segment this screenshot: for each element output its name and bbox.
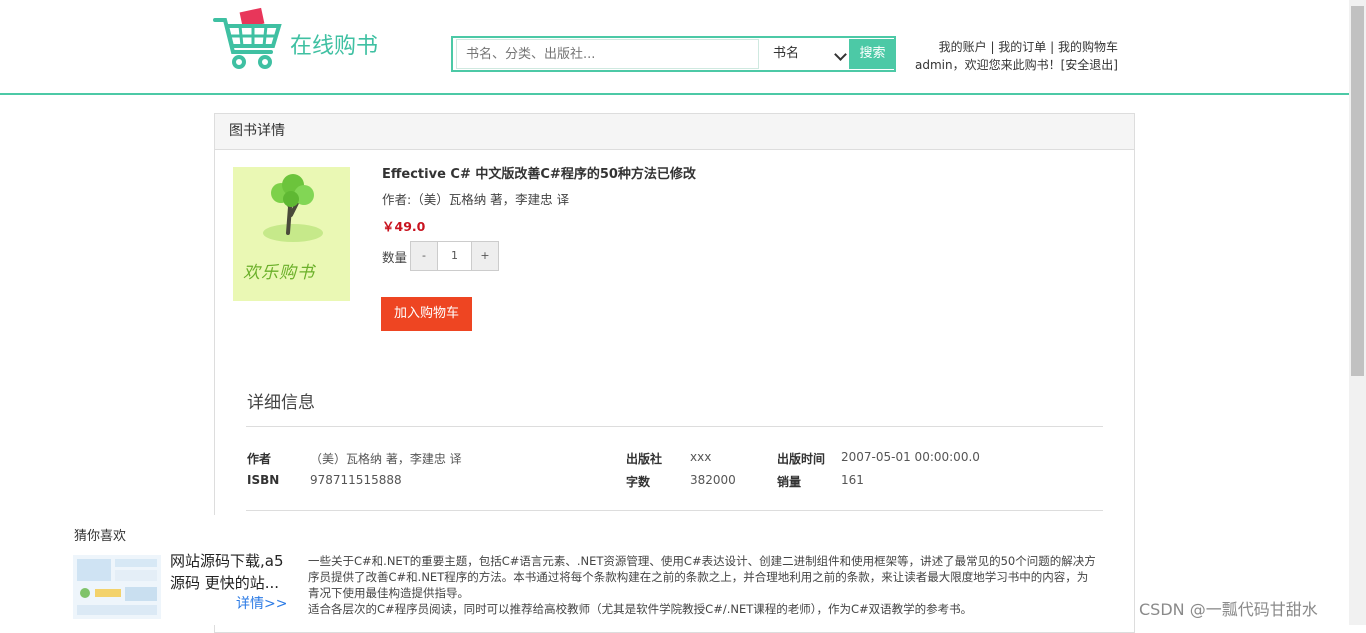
search-type-value: 书名: [773, 46, 800, 61]
quantity-increase-button[interactable]: +: [471, 241, 499, 271]
book-title: Effective C# 中文版改善C#程序的50种方法已修改: [382, 167, 696, 182]
search-button[interactable]: 搜索: [849, 39, 896, 69]
pubtime-value: 2007-05-01 00:00:00.0: [841, 450, 980, 464]
my-cart-link[interactable]: 我的购物车: [1058, 40, 1118, 54]
sales-value: 161: [841, 473, 864, 487]
site-logo[interactable]: 在线购书: [213, 6, 403, 72]
book-price: ￥49.0: [382, 219, 426, 234]
publisher-value: xxx: [690, 450, 712, 464]
book-author: 作者:（美）瓦格纳 著，李建忠 译: [382, 192, 570, 207]
add-to-cart-button[interactable]: 加入购物车: [381, 297, 472, 331]
search-input[interactable]: [456, 39, 759, 69]
detail-heading: 详细信息: [247, 393, 315, 413]
quantity-label: 数量: [382, 250, 408, 265]
watermark: CSDN @一瓢代码甘甜水: [1139, 600, 1318, 619]
recommend-thumbnail[interactable]: [73, 555, 161, 619]
panel-title: 图书详情: [215, 114, 1134, 150]
publisher-label: 出版社: [626, 452, 663, 466]
scrollbar-thumb[interactable]: [1351, 6, 1364, 376]
search-type-select[interactable]: 书名: [759, 39, 849, 69]
description-line: 序员提供了改善C#和.NET程序的方法。本书通过将每个条款构建在之前的条款之上，…: [308, 570, 1089, 584]
website-thumbnail-icon: [73, 555, 161, 619]
description-line: 适合各层次的C#程序员阅读，同时可以推荐给高校教师（尤其是软件学院教授C#/.N…: [308, 602, 973, 616]
author-value: （美）瓦格纳 著，李建忠 译: [310, 452, 462, 466]
recommend-item-title[interactable]: 网站源码下载,a5源码 更快的站...: [170, 550, 295, 594]
recommend-details-link[interactable]: 详情>>: [236, 593, 287, 613]
pubtime-label: 出版时间: [777, 452, 826, 466]
logout-link[interactable]: [安全退出]: [1061, 58, 1118, 72]
account-area: 我的账户 | 我的订单 | 我的购物车 admin，欢迎您来此购书！[安全退出]: [915, 40, 1118, 72]
words-label: 字数: [626, 475, 651, 489]
recommend-title: 猜你喜欢: [74, 529, 127, 544]
vertical-scrollbar[interactable]: [1349, 0, 1366, 625]
my-account-link[interactable]: 我的账户: [939, 40, 987, 54]
author-label: 作者: [247, 452, 272, 466]
isbn-value: 978711515888: [310, 473, 402, 487]
description-line: 一些关于C#和.NET的重要主题，包括C#语言元素、.NET资源管理、使用C#表…: [308, 554, 1096, 568]
search-bar: 书名 搜索: [451, 36, 896, 72]
my-orders-link[interactable]: 我的订单: [998, 40, 1046, 54]
logo-text: 在线购书: [290, 34, 379, 59]
sales-label: 销量: [777, 475, 802, 489]
divider: [246, 426, 1103, 427]
words-value: 382000: [690, 473, 736, 487]
quantity-input[interactable]: 1: [438, 241, 471, 271]
site-header: 在线购书 书名 搜索 我的账户 | 我的订单 | 我的购物车 admin，欢迎您…: [0, 0, 1349, 95]
quantity-decrease-button[interactable]: -: [410, 241, 438, 271]
cover-text: 欢乐购书: [243, 263, 315, 283]
book-cover-image: 欢乐购书: [233, 167, 350, 301]
divider: [246, 510, 1103, 511]
chevron-down-icon: [834, 48, 847, 61]
description-line: 青况下使用最佳构造提供指导。: [308, 586, 469, 600]
book-description: 一些关于C#和.NET的重要主题，包括C#语言元素、.NET资源管理、使用C#表…: [308, 553, 1108, 617]
welcome-text: admin，欢迎您来此购书！: [915, 58, 1061, 72]
shopping-cart-icon: [213, 7, 282, 69]
isbn-label: ISBN: [247, 473, 280, 487]
recommendation-popup: 猜你喜欢 网站源码下载,a5源码 更快的站... 详情>>: [0, 515, 298, 625]
